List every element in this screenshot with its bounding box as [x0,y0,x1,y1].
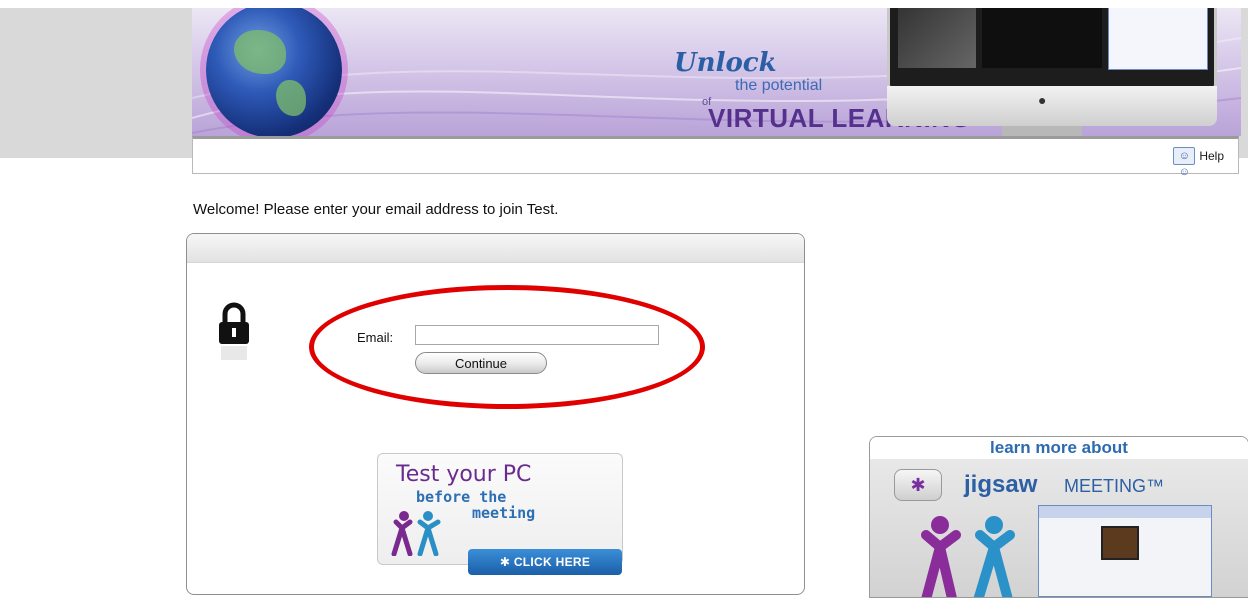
virtual-learning-banner: Unlock the potential of VIRTUAL LEARNING… [192,8,1241,136]
email-label: Email: [357,330,394,345]
test-your-pc-promo[interactable]: Test your PC before the meeting ✱ CLICK … [377,453,623,575]
app-screenshot-image [1038,505,1212,597]
learn-more-body: ✱ jigsaw MEETING™ [870,459,1248,597]
help-link[interactable]: ☺☺ Help [1173,147,1224,178]
imac-chin [887,86,1217,126]
jigsaw-brand-text: jigsaw [964,471,1038,498]
imac-stand [1002,126,1082,136]
apple-logo-icon: ● [1038,92,1047,108]
email-input[interactable] [415,325,659,345]
help-people-icon: ☺☺ [1173,147,1196,178]
login-panel-header [187,234,804,263]
top-strip [0,0,1248,8]
test-pc-title: Test your PC [396,462,532,487]
learn-more-header: learn more about [870,437,1248,459]
padlock-icon [219,302,249,360]
imac-screen-image [887,8,1217,89]
learn-more-jigsaw-promo[interactable]: learn more about ✱ jigsaw MEETING™ [869,436,1248,598]
click-here-button[interactable]: ✱ CLICK HERE [468,549,622,575]
annotation-red-ellipse [309,285,705,409]
test-pc-subtitle-2: meeting [472,504,536,522]
help-label: Help [1199,149,1224,163]
welcome-message: Welcome! Please enter your email address… [193,201,559,218]
banner-unlock-text: Unlock [674,48,777,78]
login-panel: Email: Continue Test your PC before the … [186,233,805,595]
people-puzzle-icon [391,511,441,556]
jigsaw-puzzle-icon: ✱ [894,469,942,501]
banner-potential-text: the potential [735,77,823,94]
continue-button[interactable]: Continue [415,352,547,374]
globe-image [206,8,342,136]
meeting-brand-text: MEETING™ [1064,476,1165,496]
jigsaw-people-icon [921,516,1015,597]
help-bar: ☺☺ Help [192,136,1239,178]
